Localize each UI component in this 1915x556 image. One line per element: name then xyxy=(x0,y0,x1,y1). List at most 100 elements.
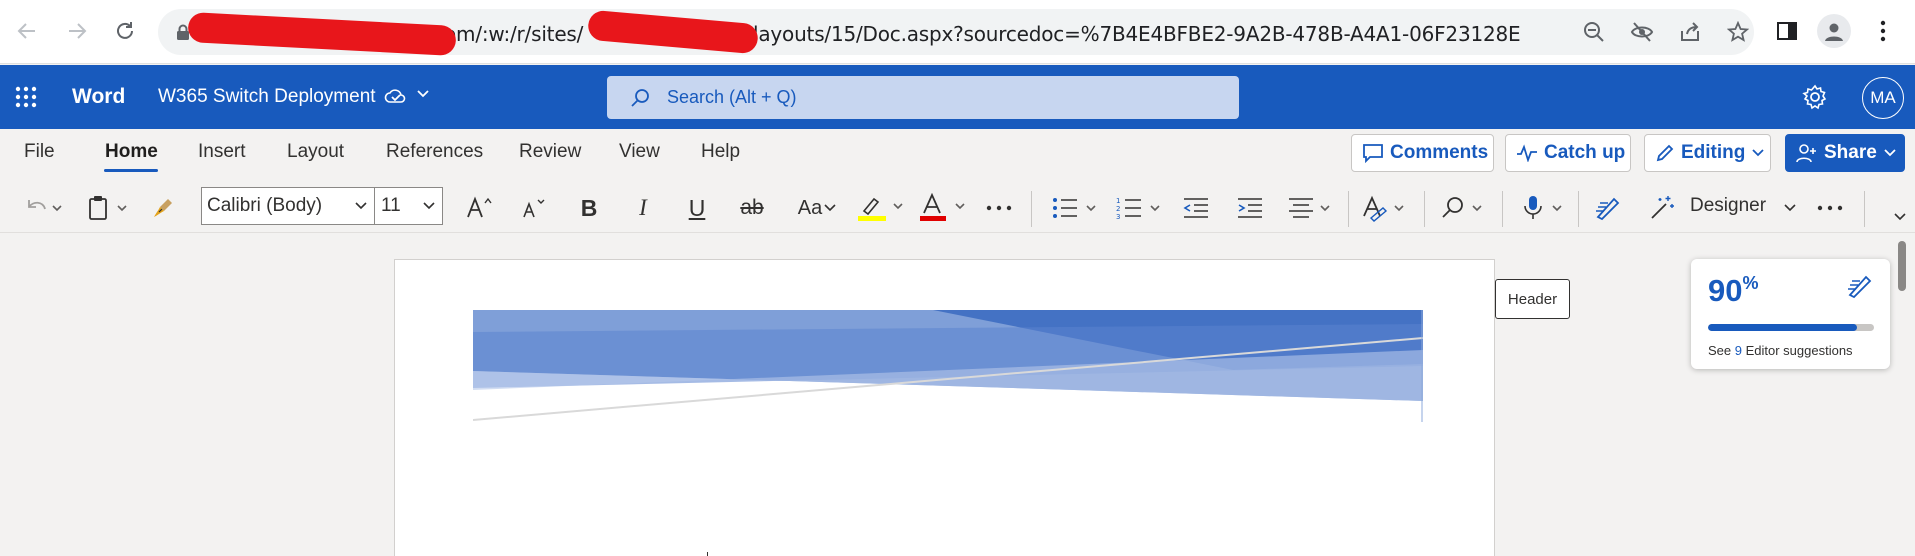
editing-label: Editing xyxy=(1681,142,1746,163)
document-title[interactable]: W365 Switch Deployment xyxy=(158,86,376,108)
chevron-down-icon xyxy=(423,202,435,210)
share-page-button[interactable] xyxy=(1678,20,1702,44)
document-canvas[interactable] xyxy=(0,234,1915,556)
reload-button[interactable] xyxy=(108,14,142,48)
undo-button[interactable] xyxy=(18,192,68,224)
strikethrough-button[interactable]: ab xyxy=(734,192,770,224)
vertical-scrollbar[interactable] xyxy=(1898,241,1906,291)
star-icon xyxy=(1727,21,1749,42)
header-banner-graphic[interactable] xyxy=(473,310,1423,422)
bullets-button[interactable] xyxy=(1050,192,1102,224)
change-case-button[interactable]: Aa xyxy=(790,192,846,224)
settings-button[interactable] xyxy=(1802,84,1828,110)
tab-review[interactable]: Review xyxy=(519,141,581,163)
toolbar-divider xyxy=(1864,191,1865,227)
app-launcher-button[interactable] xyxy=(14,85,38,109)
saved-status-button[interactable] xyxy=(384,87,406,105)
tab-file[interactable]: File xyxy=(24,141,55,163)
font-size-value: 11 xyxy=(381,195,401,216)
outdent-icon xyxy=(1183,198,1208,218)
font-color-button[interactable] xyxy=(918,192,970,224)
toolbar-divider xyxy=(1502,191,1503,227)
bookmark-button[interactable] xyxy=(1726,20,1750,44)
underline-button[interactable]: U xyxy=(680,192,714,224)
browser-toolbar: om/:w:/r/sites/ _layouts/15/Doc.aspx?sour… xyxy=(0,0,1915,64)
font-color-icon xyxy=(920,193,965,221)
microphone-icon xyxy=(1524,196,1562,219)
browser-menu-button[interactable] xyxy=(1864,12,1902,50)
toolbar-divider xyxy=(1578,191,1579,227)
italic-button[interactable]: I xyxy=(626,192,660,224)
font-name-value: Calibri (Body) xyxy=(207,195,323,216)
person-icon xyxy=(1825,23,1843,41)
font-name-select[interactable]: Calibri (Body) xyxy=(201,187,375,225)
styles-button[interactable] xyxy=(1360,192,1412,224)
svg-text:3: 3 xyxy=(1116,213,1120,221)
designer-label[interactable]: Designer xyxy=(1690,195,1766,217)
side-panel-button[interactable] xyxy=(1768,12,1806,50)
tab-home[interactable]: Home xyxy=(105,141,158,163)
grow-font-button[interactable] xyxy=(462,192,498,224)
font-size-select[interactable]: 11 xyxy=(374,187,443,225)
tab-layout[interactable]: Layout xyxy=(287,141,344,163)
numbering-button[interactable]: 123 xyxy=(1114,192,1166,224)
search-box[interactable]: Search (Alt + Q) xyxy=(607,76,1239,119)
back-arrow-icon xyxy=(17,23,35,39)
share-label: Share xyxy=(1824,142,1877,163)
word-title-bar: Word W365 Switch Deployment Search (Alt … xyxy=(0,65,1915,129)
dictate-button[interactable] xyxy=(1518,192,1570,224)
toolbar-divider xyxy=(1031,191,1032,227)
tab-help[interactable]: Help xyxy=(701,141,740,163)
zoom-button[interactable] xyxy=(1582,20,1606,44)
format-painter-button[interactable] xyxy=(146,192,182,224)
shrink-font-button[interactable] xyxy=(516,192,552,224)
svg-text:1: 1 xyxy=(1116,197,1120,205)
forward-button[interactable] xyxy=(60,14,94,48)
search-placeholder: Search (Alt + Q) xyxy=(667,87,797,107)
chevron-down-icon xyxy=(824,204,836,212)
profile-button[interactable] xyxy=(1815,12,1853,50)
highlight-button[interactable] xyxy=(856,192,908,224)
tab-view[interactable]: View xyxy=(619,141,660,163)
editor-button[interactable] xyxy=(1590,192,1626,224)
editing-mode-button[interactable]: Editing xyxy=(1644,134,1771,172)
home-toolbar: Calibri (Body) 11 B I U ab Aa 123 Design… xyxy=(0,183,1915,233)
search-icon xyxy=(631,89,649,107)
more-options-button[interactable] xyxy=(1812,192,1848,224)
designer-dropdown-button[interactable] xyxy=(1780,192,1800,224)
url-segment-2: _layouts/15/Doc.aspx?sourcedoc=%7B4E4BFB… xyxy=(743,22,1520,46)
catch-up-button[interactable]: Catch up xyxy=(1505,134,1631,172)
designer-button[interactable] xyxy=(1644,192,1680,224)
document-page[interactable] xyxy=(394,259,1495,556)
redaction-mark xyxy=(587,9,759,55)
comments-label: Comments xyxy=(1390,142,1489,163)
editor-score-value: 90 xyxy=(1708,273,1743,308)
magic-wand-icon xyxy=(1651,196,1674,219)
tracking-button[interactable] xyxy=(1630,20,1654,44)
decrease-indent-button[interactable] xyxy=(1178,192,1214,224)
account-avatar[interactable]: MA xyxy=(1862,77,1904,119)
title-dropdown-button[interactable] xyxy=(416,89,430,99)
editor-score-fill xyxy=(1708,324,1858,331)
expand-ribbon-button[interactable] xyxy=(1890,207,1910,227)
tab-references[interactable]: References xyxy=(386,141,483,163)
comment-icon xyxy=(1363,144,1383,163)
paste-button[interactable] xyxy=(84,192,132,224)
side-panel-icon xyxy=(1777,22,1797,40)
find-button[interactable] xyxy=(1438,192,1490,224)
bold-button[interactable]: B xyxy=(572,192,606,224)
tab-insert[interactable]: Insert xyxy=(198,141,246,163)
search-icon xyxy=(1442,197,1482,218)
alignment-button[interactable] xyxy=(1286,192,1338,224)
chevron-down-icon xyxy=(1784,204,1796,212)
share-button[interactable]: Share xyxy=(1785,134,1905,172)
app-name[interactable]: Word xyxy=(72,85,125,109)
redaction-mark xyxy=(187,12,457,56)
editor-suggestions-link[interactable]: See 9 Editor suggestions xyxy=(1708,343,1853,358)
more-font-options-button[interactable] xyxy=(982,192,1016,224)
increase-indent-button[interactable] xyxy=(1232,192,1268,224)
editor-score-card[interactable]: 90% See 9 Editor suggestions xyxy=(1691,259,1890,369)
address-bar[interactable]: om/:w:/r/sites/ _layouts/15/Doc.aspx?sour… xyxy=(158,9,1754,56)
back-button[interactable] xyxy=(10,14,44,48)
comments-button[interactable]: Comments xyxy=(1351,134,1494,172)
